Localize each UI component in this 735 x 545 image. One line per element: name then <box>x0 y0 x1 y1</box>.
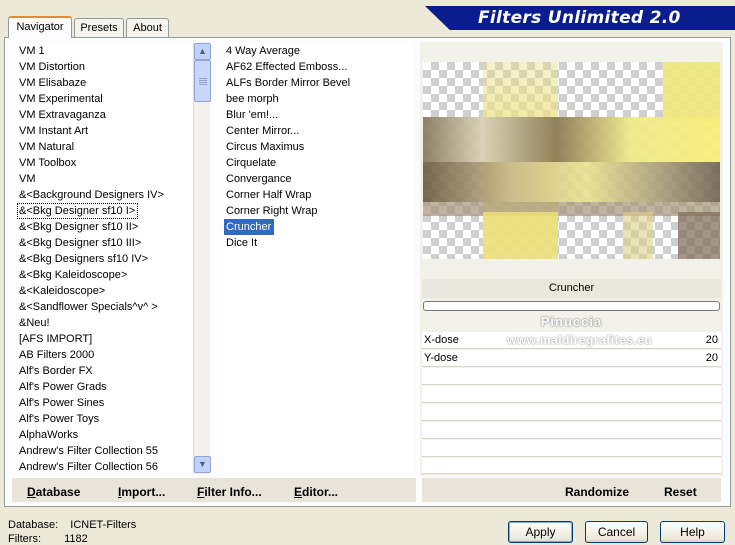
status-database-value: ICNET-Filters <box>70 519 137 531</box>
status-database-label: Database: <box>8 519 59 531</box>
category-item[interactable]: Alf's Power Grads <box>17 381 107 393</box>
category-item[interactable]: VM <box>17 173 36 185</box>
category-item[interactable]: &Neu! <box>17 317 50 329</box>
database-button[interactable]: Database <box>27 485 80 499</box>
banner-title: Filters Unlimited 2.0 <box>478 8 681 28</box>
preview-image <box>423 62 720 259</box>
category-scrollbar[interactable]: ▲ ▼ <box>193 42 211 474</box>
apply-button[interactable]: Apply <box>508 521 573 543</box>
editor-button[interactable]: Editor... <box>294 485 338 499</box>
filter-item[interactable]: Dice It <box>224 237 257 249</box>
randomize-button[interactable]: Randomize <box>565 485 629 499</box>
watermark: www.maldiregrafites.eu <box>507 333 653 347</box>
category-item[interactable]: &<Bkg Designer sf10 II> <box>17 221 138 233</box>
category-item[interactable]: &<Background Designers IV> <box>17 189 164 201</box>
tab-about[interactable]: About <box>126 18 169 38</box>
category-item[interactable]: &<Sandflower Specials^v^ > <box>17 301 158 313</box>
filter-item[interactable]: Corner Right Wrap <box>224 205 318 217</box>
category-item[interactable]: VM Elisabaze <box>17 77 86 89</box>
category-item[interactable]: [AFS IMPORT] <box>17 333 92 345</box>
category-item[interactable]: VM Extravaganza <box>17 109 106 121</box>
cancel-button[interactable]: Cancel <box>585 521 648 543</box>
category-item[interactable]: &<Bkg Designer sf10 I> <box>17 203 139 219</box>
category-item[interactable]: AlphaWorks <box>17 429 78 441</box>
status-filters-value: 1182 <box>64 533 88 545</box>
filter-item[interactable]: Corner Half Wrap <box>224 189 311 201</box>
category-item[interactable]: VM Distortion <box>17 61 85 73</box>
tab-navigator[interactable]: Navigator <box>8 16 72 38</box>
param-row-empty <box>422 422 721 439</box>
category-item[interactable]: &<Kaleidoscope> <box>17 285 105 297</box>
param-value[interactable]: 20 <box>706 350 718 367</box>
filter-item[interactable]: Cruncher <box>224 219 275 235</box>
category-list[interactable]: VM 1 VM Distortion VM Elisabaze VM Experime… <box>17 43 192 475</box>
filter-item[interactable]: Circus Maximus <box>224 141 304 153</box>
category-item[interactable]: Andrew's Filter Collection 55 <box>17 445 158 457</box>
scroll-up-icon[interactable]: ▲ <box>194 43 211 60</box>
category-item[interactable]: Andrew's Filter Collection 56 <box>17 461 158 473</box>
category-item[interactable]: Alf's Border FX <box>17 365 93 377</box>
category-item[interactable]: VM Instant Art <box>17 125 88 137</box>
filter-list[interactable]: 4 Way Average AF62 Effected Emboss... ALFs… <box>224 43 414 475</box>
category-item[interactable]: Alf's Power Toys <box>17 413 99 425</box>
param-value[interactable]: 20 <box>706 332 718 349</box>
category-item[interactable]: &<Bkg Kaleidoscope> <box>17 269 127 281</box>
filter-info-button[interactable]: Filter Info... <box>197 485 262 499</box>
category-item[interactable]: VM Toolbox <box>17 157 76 169</box>
scroll-thumb[interactable] <box>194 60 211 102</box>
filter-item[interactable]: Blur 'em!... <box>224 109 278 121</box>
category-item[interactable]: &<Bkg Designers sf10 IV> <box>17 253 148 265</box>
param-row-empty <box>422 386 721 403</box>
status-database: Database: ICNET-Filters <box>8 519 136 531</box>
param-label: Y-dose <box>424 352 458 364</box>
import-button[interactable]: Import... <box>118 485 165 499</box>
param-row-empty <box>422 404 721 421</box>
param-row-empty <box>422 440 721 457</box>
param-row-empty <box>422 368 721 385</box>
preview-pattern <box>423 62 720 259</box>
filter-item[interactable]: Convergance <box>224 173 291 185</box>
category-item[interactable]: VM 1 <box>17 45 45 57</box>
param-label: X-dose <box>424 334 459 346</box>
status-filters: Filters: 1182 <box>8 533 88 545</box>
category-item[interactable]: VM Natural <box>17 141 74 153</box>
help-button[interactable]: Help <box>660 521 725 543</box>
filter-item[interactable]: Center Mirror... <box>224 125 299 137</box>
preview-filter-name: Cruncher <box>422 279 721 298</box>
filter-item[interactable]: bee morph <box>224 93 279 105</box>
param-row-y-dose[interactable]: Y-dose 20 <box>422 350 721 367</box>
category-item[interactable]: Alf's Power Sines <box>17 397 104 409</box>
filter-item[interactable]: 4 Way Average <box>224 45 300 57</box>
filter-item[interactable]: Cirquelate <box>224 157 276 169</box>
status-filters-label: Filters: <box>8 533 41 545</box>
author-mark: Pinuccia <box>540 314 603 329</box>
category-item[interactable]: &<Bkg Designer sf10 III> <box>17 237 141 249</box>
progress-bar <box>423 301 720 311</box>
filter-item[interactable]: ALFs Border Mirror Bevel <box>224 77 350 89</box>
filter-item[interactable]: AF62 Effected Emboss... <box>224 61 347 73</box>
param-row-empty <box>422 458 721 474</box>
scroll-down-icon[interactable]: ▼ <box>194 456 211 473</box>
category-item[interactable]: VM Experimental <box>17 93 103 105</box>
tab-presets[interactable]: Presets <box>74 18 124 38</box>
reset-button[interactable]: Reset <box>664 485 697 499</box>
category-item[interactable]: AB Filters 2000 <box>17 349 94 361</box>
